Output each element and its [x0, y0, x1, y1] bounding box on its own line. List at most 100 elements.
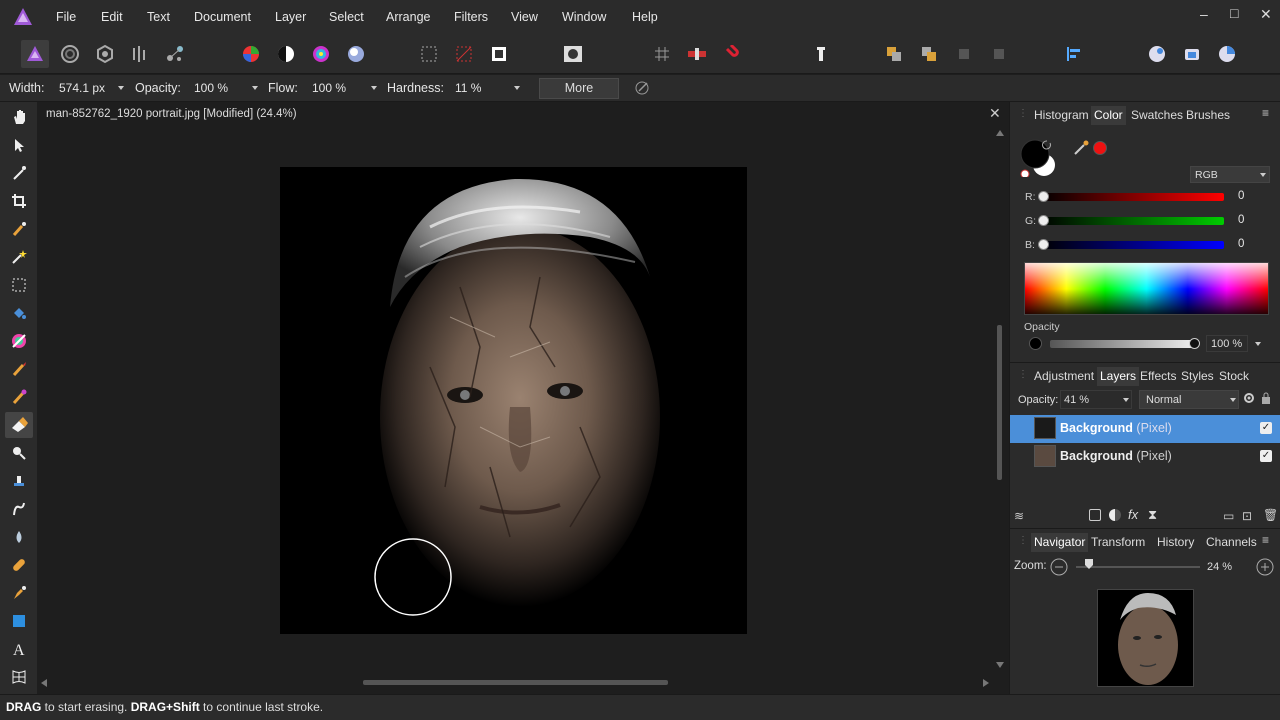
zoom-slider[interactable]: [1076, 566, 1200, 568]
flood-fill-tool-icon[interactable]: [5, 300, 33, 326]
menu-document[interactable]: Document: [194, 10, 251, 24]
photo-persona-icon[interactable]: [21, 40, 49, 68]
menu-filters[interactable]: Filters: [454, 10, 488, 24]
panel-grip-icon[interactable]: ⋮: [1018, 369, 1028, 380]
menu-file[interactable]: File: [56, 10, 76, 24]
opacity-field[interactable]: 100 %: [194, 81, 228, 95]
align-icon[interactable]: [1060, 40, 1088, 68]
develop-persona-icon[interactable]: [91, 40, 119, 68]
horizontal-scrollbar[interactable]: [41, 677, 989, 687]
color-opacity-knob[interactable]: [1189, 338, 1200, 349]
deselect-icon[interactable]: [450, 40, 478, 68]
primary-secondary-color-icon[interactable]: [1020, 139, 1055, 179]
liquify-persona-icon[interactable]: [56, 40, 84, 68]
tab-stock[interactable]: Stock: [1219, 369, 1249, 383]
panel-grip-icon[interactable]: ⋮: [1018, 535, 1028, 546]
tab-effects[interactable]: Effects: [1140, 369, 1176, 383]
r-value[interactable]: 0: [1238, 190, 1244, 202]
move-to-back-icon[interactable]: [880, 40, 908, 68]
lock-icon[interactable]: [1261, 392, 1271, 404]
windows-icon[interactable]: [1178, 40, 1206, 68]
adjustment-icon[interactable]: [1109, 509, 1121, 521]
paint-brush-tool-icon[interactable]: [5, 356, 33, 382]
flood-select-tool-icon[interactable]: [5, 244, 33, 270]
tab-transform[interactable]: Transform: [1091, 535, 1145, 549]
width-field[interactable]: 574.1 px: [59, 81, 105, 95]
live-filter-icon[interactable]: ⧗: [1148, 507, 1157, 523]
export-persona-icon[interactable]: [161, 40, 189, 68]
g-slider-knob[interactable]: [1038, 215, 1049, 226]
marquee-tool-icon[interactable]: [5, 272, 33, 298]
layers-stack-icon[interactable]: ≋: [1014, 509, 1024, 523]
gradient-tool-icon[interactable]: [5, 328, 33, 354]
move-to-front-icon[interactable]: [985, 40, 1013, 68]
canvas-image[interactable]: [280, 167, 747, 634]
smudge-tool-icon[interactable]: [5, 496, 33, 522]
tab-adjustment[interactable]: Adjustment: [1034, 369, 1094, 383]
color-spectrum[interactable]: [1024, 262, 1269, 315]
b-slider[interactable]: [1040, 241, 1224, 249]
layer-visibility-checkbox[interactable]: ✓: [1260, 450, 1272, 462]
eyedropper-icon[interactable]: [1073, 140, 1089, 156]
panel-grip-icon[interactable]: ⋮: [1018, 108, 1028, 119]
color-mode-select[interactable]: RGB: [1190, 166, 1270, 183]
add-layer-icon[interactable]: ⊡: [1242, 509, 1252, 523]
tab-navigator[interactable]: Navigator: [1031, 533, 1089, 552]
menu-text[interactable]: Text: [147, 10, 170, 24]
g-value[interactable]: 0: [1238, 214, 1244, 226]
color-opacity-dropdown[interactable]: [1255, 342, 1261, 346]
document-tab-title[interactable]: man-852762_1920 portrait.jpg [Modified] …: [46, 108, 297, 120]
close-document-icon[interactable]: ✕: [989, 105, 1001, 122]
text-tool-icon[interactable]: A: [5, 636, 33, 662]
color-replacement-tool-icon[interactable]: [5, 384, 33, 410]
move-forward-one-icon[interactable]: [950, 40, 978, 68]
blend-mode-select[interactable]: Normal: [1139, 390, 1239, 409]
vertical-scrollbar[interactable]: [995, 130, 1005, 670]
crop-tool-icon[interactable]: [5, 188, 33, 214]
tab-color[interactable]: Color: [1091, 106, 1126, 125]
hardness-field[interactable]: 11 %: [455, 81, 481, 95]
b-value[interactable]: 0: [1238, 238, 1244, 250]
tab-styles[interactable]: Styles: [1181, 369, 1214, 383]
tab-swatches[interactable]: Swatches: [1131, 108, 1183, 122]
marquee-select-icon[interactable]: [415, 40, 443, 68]
zoom-value[interactable]: 24 %: [1207, 561, 1232, 573]
fx-icon[interactable]: fx: [1128, 507, 1138, 522]
trash-icon[interactable]: 🗑: [1263, 508, 1278, 522]
layer-opacity-field[interactable]: 41 %: [1060, 390, 1132, 409]
picked-color-swatch[interactable]: [1093, 141, 1107, 155]
auto-contrast-icon[interactable]: [272, 40, 300, 68]
menu-layer[interactable]: Layer: [275, 10, 306, 24]
studio-link-icon[interactable]: [1143, 40, 1171, 68]
layer-row[interactable]: Background (Pixel) ✓: [1010, 415, 1280, 443]
maximize-icon[interactable]: □: [1230, 5, 1238, 21]
blur-brush-tool-icon[interactable]: [5, 524, 33, 550]
selection-brush-tool-icon[interactable]: [5, 216, 33, 242]
tone-mapping-persona-icon[interactable]: [126, 40, 154, 68]
zoom-out-icon[interactable]: [1050, 558, 1068, 576]
tab-brushes[interactable]: Brushes: [1186, 108, 1230, 122]
menu-view[interactable]: View: [511, 10, 538, 24]
close-window-icon[interactable]: ✕: [1260, 6, 1272, 23]
flow-dropdown[interactable]: [371, 86, 377, 90]
clone-brush-tool-icon[interactable]: [5, 468, 33, 494]
healing-brush-tool-icon[interactable]: [5, 552, 33, 578]
erase-brush-tool-icon[interactable]: [5, 412, 33, 438]
layer-visibility-checkbox[interactable]: ✓: [1260, 422, 1272, 434]
menu-select[interactable]: Select: [329, 10, 364, 24]
tab-history[interactable]: History: [1157, 535, 1194, 549]
b-slider-knob[interactable]: [1038, 239, 1049, 250]
mesh-warp-tool-icon[interactable]: [5, 664, 33, 690]
g-slider[interactable]: [1040, 217, 1224, 225]
invert-selection-icon[interactable]: [485, 40, 513, 68]
menu-edit[interactable]: Edit: [101, 10, 123, 24]
quick-mask-icon[interactable]: [559, 40, 587, 68]
tab-layers[interactable]: Layers: [1097, 367, 1140, 386]
view-tool-icon[interactable]: [5, 104, 33, 130]
r-slider-knob[interactable]: [1038, 191, 1049, 202]
color-picker-tool-icon[interactable]: [5, 160, 33, 186]
move-tool-icon[interactable]: [5, 132, 33, 158]
zoom-in-icon[interactable]: [1256, 558, 1274, 576]
r-slider[interactable]: [1040, 193, 1224, 201]
more-button[interactable]: More: [539, 78, 619, 99]
